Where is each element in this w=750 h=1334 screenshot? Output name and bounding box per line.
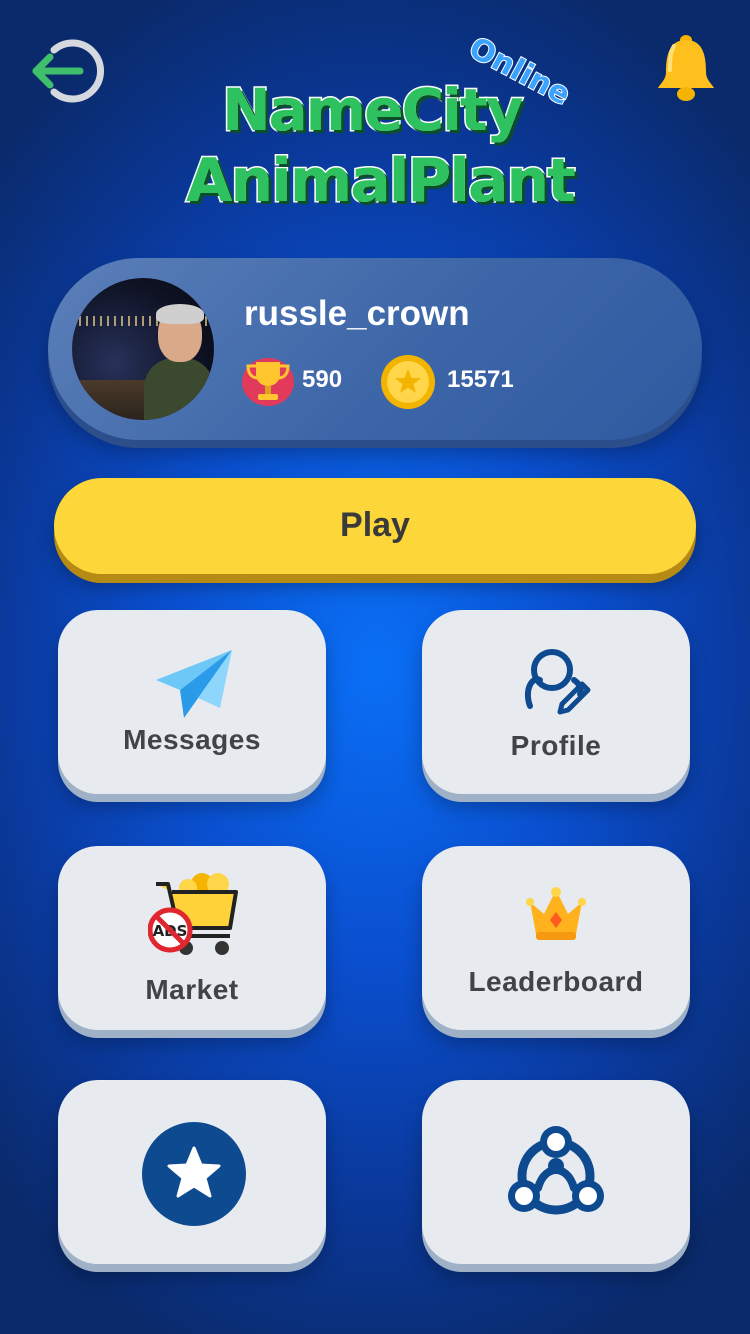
no-ads-cart-icon: ADS xyxy=(148,873,238,955)
logout-button[interactable] xyxy=(28,38,114,104)
bell-icon xyxy=(658,35,714,101)
profile-label: Profile xyxy=(510,730,602,761)
coin-icon xyxy=(380,354,436,410)
logout-arrow-icon xyxy=(32,39,105,103)
avatar[interactable] xyxy=(72,278,214,420)
leaderboard-label: Leaderboard xyxy=(468,966,644,997)
trophy-count: 590 xyxy=(302,366,343,393)
star-circle-icon xyxy=(142,1122,246,1226)
market-label: Market xyxy=(145,974,239,1005)
profile-button[interactable]: Profile xyxy=(422,610,690,794)
logo-line-1: NameCity xyxy=(220,75,524,146)
leaderboard-button[interactable]: Leaderboard xyxy=(422,846,690,1030)
play-button[interactable]: Play xyxy=(54,478,696,574)
messages-label: Messages xyxy=(123,724,261,755)
play-label: Play xyxy=(340,506,410,544)
coin-count: 15571 xyxy=(447,366,514,393)
avatar-hair xyxy=(156,304,204,324)
market-button[interactable]: ADS Market xyxy=(58,846,326,1030)
messages-button[interactable]: Messages xyxy=(58,610,326,794)
paper-plane-icon xyxy=(156,650,232,718)
share-button[interactable] xyxy=(422,1080,690,1264)
app-logo: NameCity AnimalPlant Online xyxy=(180,29,578,218)
crown-icon xyxy=(526,887,586,940)
trophy-icon xyxy=(240,352,296,408)
notifications-button[interactable] xyxy=(652,32,720,104)
rate-button[interactable] xyxy=(58,1080,326,1264)
avatar-body xyxy=(144,358,214,420)
logo-line-2: AnimalPlant xyxy=(185,145,578,218)
share-network-icon xyxy=(508,1126,604,1215)
user-edit-icon xyxy=(524,649,591,715)
username: russle_crown xyxy=(244,294,470,333)
